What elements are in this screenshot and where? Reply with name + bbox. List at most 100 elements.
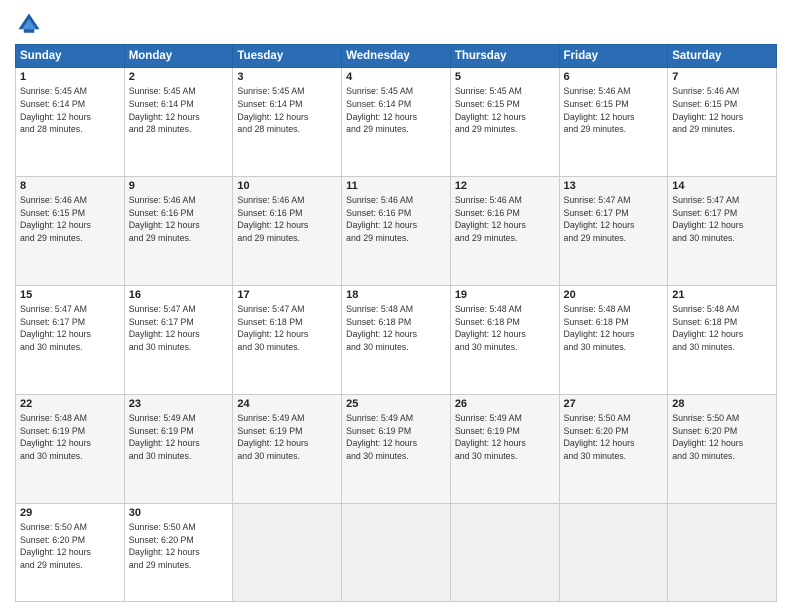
cell-info: Sunrise: 5:48 AMSunset: 6:18 PMDaylight:…: [672, 303, 772, 354]
calendar-week-row: 22 Sunrise: 5:48 AMSunset: 6:19 PMDayligh…: [16, 394, 777, 503]
page: SundayMondayTuesdayWednesdayThursdayFrid…: [0, 0, 792, 612]
calendar-cell: [668, 503, 777, 601]
cell-info: Sunrise: 5:48 AMSunset: 6:18 PMDaylight:…: [564, 303, 664, 354]
day-number: 18: [346, 289, 446, 301]
day-number: 3: [237, 71, 337, 83]
calendar-cell: 27Sunrise: 5:50 AMSunset: 6:20 PMDayligh…: [559, 394, 668, 503]
cell-info: Sunrise: 5:49 AMSunset: 6:19 PMDaylight:…: [455, 412, 555, 463]
calendar-cell: 10Sunrise: 5:46 AMSunset: 6:16 PMDayligh…: [233, 176, 342, 285]
calendar-table: SundayMondayTuesdayWednesdayThursdayFrid…: [15, 44, 777, 602]
cell-info: Sunrise: 5:50 AMSunset: 6:20 PMDaylight:…: [564, 412, 664, 463]
day-number: 25: [346, 398, 446, 410]
weekday-header-tuesday: Tuesday: [233, 45, 342, 68]
day-number: 19: [455, 289, 555, 301]
calendar-cell: 20 Sunrise: 5:48 AMSunset: 6:18 PMDayligh…: [559, 285, 668, 394]
calendar-cell: 8Sunrise: 5:46 AMSunset: 6:15 PMDaylight…: [16, 176, 125, 285]
calendar-cell: 13Sunrise: 5:47 AMSunset: 6:17 PMDayligh…: [559, 176, 668, 285]
cell-info: Sunrise: 5:45 AMSunset: 6:14 PMDaylight:…: [346, 85, 446, 136]
cell-info: Sunrise: 5:46 AMSunset: 6:15 PMDaylight:…: [564, 85, 664, 136]
cell-info: Sunrise: 5:46 AMSunset: 6:16 PMDaylight:…: [237, 194, 337, 245]
day-number: 1: [20, 71, 120, 83]
day-number: 24: [237, 398, 337, 410]
weekday-header-friday: Friday: [559, 45, 668, 68]
header: [15, 10, 777, 38]
logo: [15, 10, 47, 38]
cell-info: Sunrise: 5:46 AMSunset: 6:15 PMDaylight:…: [20, 194, 120, 245]
cell-info: Sunrise: 5:49 AMSunset: 6:19 PMDaylight:…: [129, 412, 229, 463]
cell-info: Sunrise: 5:45 AMSunset: 6:15 PMDaylight:…: [455, 85, 555, 136]
calendar-cell: 9Sunrise: 5:46 AMSunset: 6:16 PMDaylight…: [124, 176, 233, 285]
calendar-cell: [233, 503, 342, 601]
cell-info: Sunrise: 5:45 AMSunset: 6:14 PMDaylight:…: [237, 85, 337, 136]
calendar-cell: 16 Sunrise: 5:47 AMSunset: 6:17 PMDayligh…: [124, 285, 233, 394]
calendar-week-row: 15 Sunrise: 5:47 AMSunset: 6:17 PMDayligh…: [16, 285, 777, 394]
calendar-week-row: 8Sunrise: 5:46 AMSunset: 6:15 PMDaylight…: [16, 176, 777, 285]
calendar-cell: [450, 503, 559, 601]
day-number: 6: [564, 71, 664, 83]
calendar-cell: 28 Sunrise: 5:50 AMSunset: 6:20 PMDayligh…: [668, 394, 777, 503]
day-number: 16: [129, 289, 229, 301]
calendar-cell: 19 Sunrise: 5:48 AMSunset: 6:18 PMDayligh…: [450, 285, 559, 394]
calendar-cell: 4 Sunrise: 5:45 AMSunset: 6:14 PMDaylight…: [342, 68, 451, 177]
calendar-cell: 25 Sunrise: 5:49 AMSunset: 6:19 PMDayligh…: [342, 394, 451, 503]
cell-info: Sunrise: 5:47 AMSunset: 6:17 PMDaylight:…: [564, 194, 664, 245]
calendar-cell: 11 Sunrise: 5:46 AMSunset: 6:16 PMDayligh…: [342, 176, 451, 285]
weekday-header-sunday: Sunday: [16, 45, 125, 68]
day-number: 14: [672, 180, 772, 192]
day-number: 2: [129, 71, 229, 83]
calendar-cell: 2Sunrise: 5:45 AMSunset: 6:14 PMDaylight…: [124, 68, 233, 177]
cell-info: Sunrise: 5:47 AMSunset: 6:17 PMDaylight:…: [129, 303, 229, 354]
calendar-cell: 24 Sunrise: 5:49 AMSunset: 6:19 PMDayligh…: [233, 394, 342, 503]
day-number: 28: [672, 398, 772, 410]
calendar-cell: 17Sunrise: 5:47 AMSunset: 6:18 PMDayligh…: [233, 285, 342, 394]
cell-info: Sunrise: 5:49 AMSunset: 6:19 PMDaylight:…: [237, 412, 337, 463]
calendar-cell: [559, 503, 668, 601]
cell-info: Sunrise: 5:45 AMSunset: 6:14 PMDaylight:…: [20, 85, 120, 136]
day-number: 9: [129, 180, 229, 192]
calendar-cell: 18 Sunrise: 5:48 AMSunset: 6:18 PMDayligh…: [342, 285, 451, 394]
day-number: 5: [455, 71, 555, 83]
calendar-cell: 15 Sunrise: 5:47 AMSunset: 6:17 PMDayligh…: [16, 285, 125, 394]
day-number: 22: [20, 398, 120, 410]
day-number: 15: [20, 289, 120, 301]
calendar-cell: 30 Sunrise: 5:50 AMSunset: 6:20 PMDayligh…: [124, 503, 233, 601]
calendar-week-row: 29 Sunrise: 5:50 AMSunset: 6:20 PMDayligh…: [16, 503, 777, 601]
weekday-header-monday: Monday: [124, 45, 233, 68]
day-number: 26: [455, 398, 555, 410]
cell-info: Sunrise: 5:47 AMSunset: 6:17 PMDaylight:…: [672, 194, 772, 245]
cell-info: Sunrise: 5:48 AMSunset: 6:19 PMDaylight:…: [20, 412, 120, 463]
calendar-cell: 3 Sunrise: 5:45 AMSunset: 6:14 PMDaylight…: [233, 68, 342, 177]
day-number: 17: [237, 289, 337, 301]
calendar-cell: 7Sunrise: 5:46 AMSunset: 6:15 PMDaylight…: [668, 68, 777, 177]
day-number: 4: [346, 71, 446, 83]
cell-info: Sunrise: 5:50 AMSunset: 6:20 PMDaylight:…: [672, 412, 772, 463]
calendar-cell: 26 Sunrise: 5:49 AMSunset: 6:19 PMDayligh…: [450, 394, 559, 503]
cell-info: Sunrise: 5:46 AMSunset: 6:16 PMDaylight:…: [346, 194, 446, 245]
calendar-cell: [342, 503, 451, 601]
calendar-cell: 6 Sunrise: 5:46 AMSunset: 6:15 PMDaylight…: [559, 68, 668, 177]
cell-info: Sunrise: 5:48 AMSunset: 6:18 PMDaylight:…: [346, 303, 446, 354]
calendar-week-row: 1 Sunrise: 5:45 AMSunset: 6:14 PMDaylight…: [16, 68, 777, 177]
calendar-cell: 21 Sunrise: 5:48 AMSunset: 6:18 PMDayligh…: [668, 285, 777, 394]
weekday-header-saturday: Saturday: [668, 45, 777, 68]
cell-info: Sunrise: 5:49 AMSunset: 6:19 PMDaylight:…: [346, 412, 446, 463]
day-number: 29: [20, 507, 120, 519]
weekday-header-wednesday: Wednesday: [342, 45, 451, 68]
calendar-cell: 14 Sunrise: 5:47 AMSunset: 6:17 PMDayligh…: [668, 176, 777, 285]
day-number: 7: [672, 71, 772, 83]
day-number: 20: [564, 289, 664, 301]
day-number: 23: [129, 398, 229, 410]
calendar-cell: 22 Sunrise: 5:48 AMSunset: 6:19 PMDayligh…: [16, 394, 125, 503]
day-number: 12: [455, 180, 555, 192]
day-number: 11: [346, 180, 446, 192]
calendar-cell: 29Sunrise: 5:50 AMSunset: 6:20 PMDayligh…: [16, 503, 125, 601]
cell-info: Sunrise: 5:48 AMSunset: 6:18 PMDaylight:…: [455, 303, 555, 354]
logo-icon: [15, 10, 43, 38]
weekday-header-thursday: Thursday: [450, 45, 559, 68]
cell-info: Sunrise: 5:47 AMSunset: 6:17 PMDaylight:…: [20, 303, 120, 354]
calendar-cell: 1 Sunrise: 5:45 AMSunset: 6:14 PMDaylight…: [16, 68, 125, 177]
cell-info: Sunrise: 5:50 AMSunset: 6:20 PMDaylight:…: [129, 521, 229, 572]
day-number: 21: [672, 289, 772, 301]
day-number: 30: [129, 507, 229, 519]
calendar-cell: 5 Sunrise: 5:45 AMSunset: 6:15 PMDaylight…: [450, 68, 559, 177]
